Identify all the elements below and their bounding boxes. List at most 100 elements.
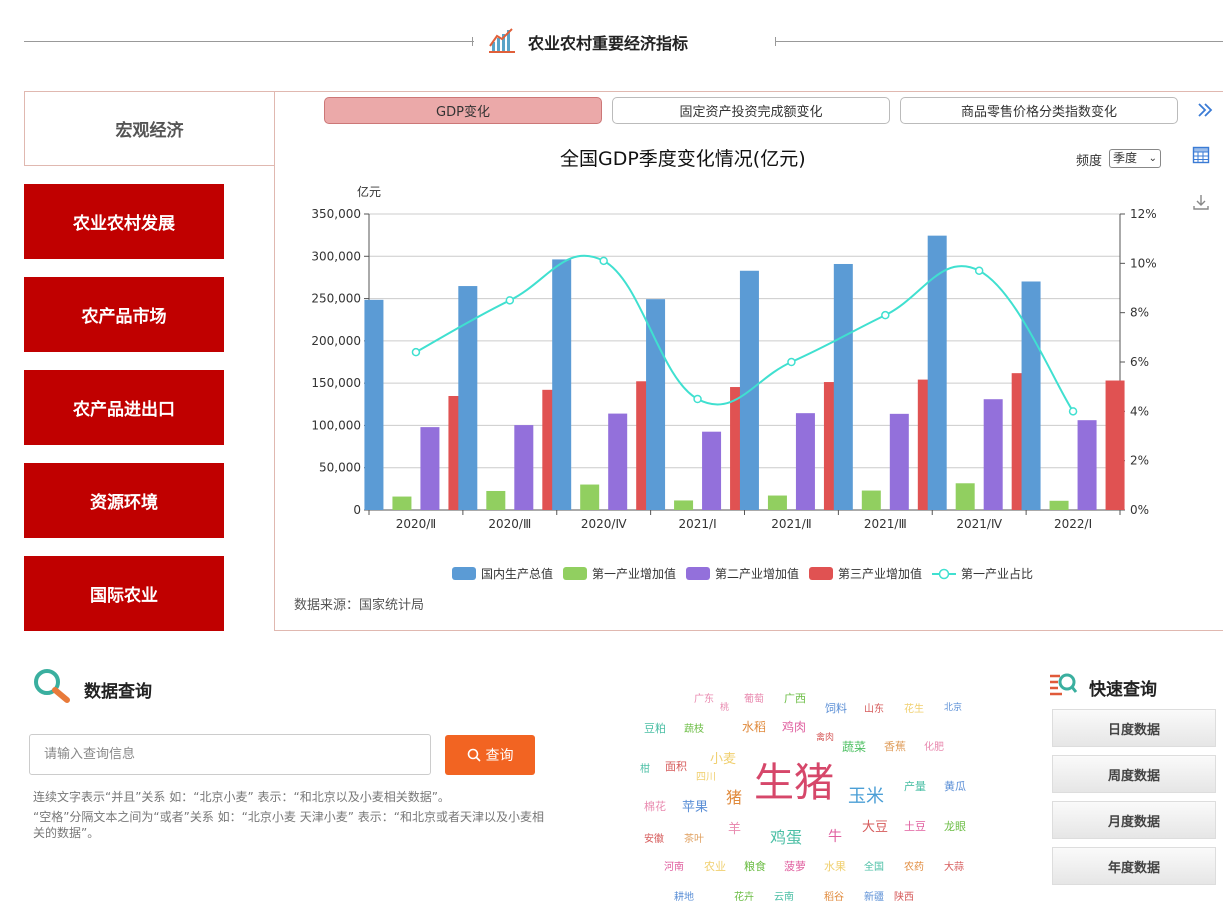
keyword-cloud-word[interactable]: 棉花 bbox=[644, 798, 666, 814]
keyword-cloud-word[interactable]: 四川 bbox=[696, 768, 716, 783]
keyword-cloud-word[interactable]: 全国 bbox=[864, 858, 884, 873]
search-input[interactable] bbox=[29, 734, 431, 775]
keyword-cloud-word[interactable]: 农药 bbox=[904, 858, 924, 873]
keyword-cloud-word[interactable]: 化肥 bbox=[924, 738, 944, 753]
keyword-cloud-word[interactable]: 山东 bbox=[864, 700, 884, 715]
x-tick-label: 2021/Ⅰ bbox=[679, 517, 717, 531]
keyword-cloud-word[interactable]: 水果 bbox=[824, 858, 846, 874]
line-point bbox=[974, 266, 984, 275]
bar bbox=[861, 490, 881, 510]
keyword-cloud-word[interactable]: 稻谷 bbox=[824, 888, 844, 903]
frequency-label: 频度 bbox=[1076, 154, 1103, 169]
keyword-cloud-word[interactable]: 饲料 bbox=[825, 700, 847, 716]
page-title: 农业农村重要经济指标 bbox=[528, 34, 689, 53]
bar bbox=[795, 413, 815, 510]
bar bbox=[889, 413, 909, 510]
y2-tick-label: 10% bbox=[1130, 256, 1157, 270]
legend-swatch-marker bbox=[938, 568, 950, 580]
quick-yearly-button[interactable]: 年度数据 bbox=[1052, 847, 1216, 885]
keyword-cloud: 广东 葡萄 广西桃 饲料 山东 花生 北京豆粕 蔬枝 水稻 鸡肉 禽肉 蔬菜 香蕉 化肥小麦柑面积 四川 生猪… bbox=[630, 680, 990, 905]
bar bbox=[1105, 380, 1125, 510]
y-tick-label: 0 bbox=[353, 503, 361, 517]
keyword-cloud-word[interactable]: 葡萄 bbox=[744, 690, 764, 705]
keyword-cloud-word[interactable]: 苹果 bbox=[682, 796, 708, 815]
keyword-cloud-word[interactable]: 小麦 bbox=[710, 748, 736, 767]
frequency-select[interactable]: 季度 ⌄ bbox=[1109, 149, 1161, 168]
keyword-cloud-word[interactable]: 豆粕 bbox=[644, 720, 666, 736]
keyword-cloud-word[interactable]: 云南 bbox=[774, 888, 794, 903]
y-tick-label: 350,000 bbox=[311, 207, 361, 221]
y2-tick-label: 6% bbox=[1130, 355, 1149, 369]
table-view-icon[interactable] bbox=[1192, 146, 1210, 164]
keyword-cloud-word[interactable]: 生猪 bbox=[754, 750, 834, 808]
nav-item-agri-development[interactable]: 农业农村发展 bbox=[24, 184, 224, 259]
keyword-cloud-word[interactable]: 广西 bbox=[784, 690, 806, 706]
chart-title: 全国GDP季度变化情况(亿元) bbox=[560, 148, 806, 170]
keyword-cloud-word[interactable]: 玉米 bbox=[848, 782, 884, 808]
bar bbox=[767, 495, 787, 510]
bar bbox=[955, 483, 975, 510]
keyword-cloud-word[interactable]: 香蕉 bbox=[884, 738, 906, 754]
keyword-cloud-word[interactable]: 桃 bbox=[720, 700, 729, 713]
bar bbox=[983, 399, 1003, 510]
bar bbox=[580, 484, 600, 510]
bar bbox=[364, 299, 384, 510]
search-button[interactable]: 查询 bbox=[445, 735, 535, 775]
keyword-cloud-word[interactable]: 面积 bbox=[665, 758, 687, 774]
y2-tick-label: 4% bbox=[1130, 404, 1149, 418]
keyword-cloud-word[interactable]: 北京 bbox=[944, 700, 962, 713]
keyword-cloud-word[interactable]: 蔬菜 bbox=[842, 738, 866, 755]
y-tick-label: 150,000 bbox=[311, 376, 361, 390]
quick-monthly-button[interactable]: 月度数据 bbox=[1052, 801, 1216, 839]
keyword-cloud-word[interactable]: 龙眼 bbox=[944, 818, 966, 834]
keyword-cloud-word[interactable]: 花卉 bbox=[734, 888, 754, 903]
keyword-cloud-word[interactable]: 鸡蛋 bbox=[770, 824, 802, 848]
chevron-down-icon: ⌄ bbox=[1148, 153, 1157, 164]
keyword-cloud-word[interactable]: 大蒜 bbox=[944, 858, 964, 873]
magnifier-icon bbox=[34, 669, 70, 703]
keyword-cloud-word[interactable]: 土豆 bbox=[904, 818, 926, 834]
nav-item-resources-environment[interactable]: 资源环境 bbox=[24, 463, 224, 538]
keyword-cloud-word[interactable]: 产量 bbox=[904, 778, 926, 794]
tab-retail-price-index[interactable]: 商品零售价格分类指数变化 bbox=[900, 97, 1178, 124]
nav-item-agri-import-export[interactable]: 农产品进出口 bbox=[24, 370, 224, 445]
keyword-cloud-word[interactable]: 蔬枝 bbox=[684, 720, 704, 735]
query-hint-and: 连续文字表示“并且”关系 如：“北京小麦” 表示：“和北京以及小麦相关数据”。 bbox=[33, 790, 450, 804]
tab-gdp-change[interactable]: GDP变化 bbox=[324, 97, 602, 124]
legend-label: 第二产业增加值 bbox=[715, 566, 799, 581]
keyword-cloud-word[interactable]: 水稻 bbox=[742, 718, 766, 735]
keyword-cloud-word[interactable]: 羊 bbox=[728, 818, 741, 837]
keyword-cloud-word[interactable]: 安徽 bbox=[644, 830, 664, 845]
keyword-cloud-word[interactable]: 茶叶 bbox=[684, 830, 704, 845]
legend-label: 第一产业占比 bbox=[961, 566, 1033, 581]
keyword-cloud-word[interactable]: 禽肉 bbox=[816, 730, 834, 743]
keyword-cloud-word[interactable]: 花生 bbox=[904, 700, 924, 715]
keyword-cloud-word[interactable]: 河南 bbox=[664, 858, 684, 873]
nav-macro-economy[interactable]: 宏观经济 bbox=[24, 91, 274, 166]
bar bbox=[608, 413, 628, 510]
keyword-cloud-word[interactable]: 粮食 bbox=[744, 858, 766, 874]
keyword-cloud-word[interactable]: 鸡肉 bbox=[782, 718, 806, 735]
keyword-cloud-word[interactable]: 柑 bbox=[640, 760, 650, 775]
y2-tick-label: 8% bbox=[1130, 306, 1149, 320]
line-point bbox=[505, 296, 515, 305]
tab-fixed-asset-investment[interactable]: 固定资产投资完成额变化 bbox=[612, 97, 890, 124]
keyword-cloud-word[interactable]: 新疆 bbox=[864, 888, 884, 903]
double-chevron-right-icon[interactable] bbox=[1196, 101, 1214, 119]
keyword-cloud-word[interactable]: 陕西 bbox=[894, 888, 914, 903]
keyword-cloud-word[interactable]: 猪 bbox=[726, 784, 742, 808]
bar bbox=[702, 431, 722, 510]
keyword-cloud-word[interactable]: 广东 bbox=[694, 690, 714, 705]
keyword-cloud-word[interactable]: 牛 bbox=[828, 826, 842, 846]
keyword-cloud-word[interactable]: 农业 bbox=[704, 858, 726, 874]
nav-item-international-agri[interactable]: 国际农业 bbox=[24, 556, 224, 631]
chart-growth-icon bbox=[489, 28, 515, 53]
quick-weekly-button[interactable]: 周度数据 bbox=[1052, 755, 1216, 793]
keyword-cloud-word[interactable]: 菠萝 bbox=[784, 858, 806, 874]
keyword-cloud-word[interactable]: 大豆 bbox=[862, 816, 888, 835]
quick-daily-button[interactable]: 日度数据 bbox=[1052, 709, 1216, 747]
header-line-right bbox=[775, 41, 1223, 42]
nav-item-agri-market[interactable]: 农产品市场 bbox=[24, 277, 224, 352]
keyword-cloud-word[interactable]: 耕地 bbox=[674, 888, 694, 903]
keyword-cloud-word[interactable]: 黄瓜 bbox=[944, 778, 966, 794]
